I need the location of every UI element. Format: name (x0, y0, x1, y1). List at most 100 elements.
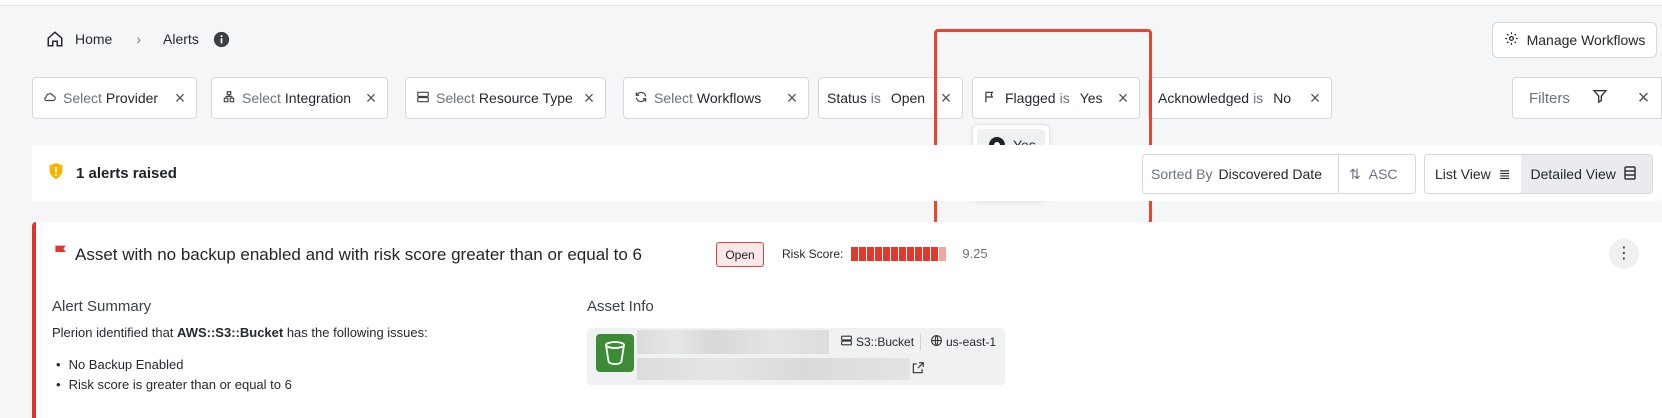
manage-workflows-label: Manage Workflows (1526, 32, 1646, 48)
chip-prefix: Select (436, 90, 475, 106)
divider (920, 334, 921, 350)
risk-bar-segment (899, 246, 907, 261)
sort-icon: ⇅ (1349, 165, 1361, 182)
sort-prefix: Sorted By (1151, 166, 1213, 182)
asset-type-tag: S3::Bucket (840, 334, 914, 350)
filter-icon (1592, 88, 1608, 108)
status-badge: Open (716, 242, 764, 267)
close-icon[interactable]: × (581, 89, 597, 107)
breadcrumb-home[interactable]: Home (75, 31, 112, 47)
filter-acknowledged[interactable]: Acknowledged is No × (1148, 77, 1332, 119)
globe-icon (930, 334, 943, 350)
alert-summary-heading: Alert Summary (52, 298, 152, 315)
chip-key: Status (827, 90, 867, 106)
summary-prefix: Plerion identified that (52, 325, 178, 340)
alert-summary-text: Plerion identified that AWS::S3::Bucket … (52, 325, 428, 340)
list-item: No Backup Enabled (52, 355, 292, 375)
summary-suffix: has the following issues: (283, 325, 428, 340)
close-icon[interactable]: × (784, 89, 800, 107)
chip-prefix: Select (242, 90, 281, 106)
risk-bar-segment (939, 246, 947, 261)
shield-icon (48, 162, 64, 184)
filter-resource-type[interactable]: Select Resource Type × (405, 77, 606, 119)
summary-resource: AWS::S3::Bucket (177, 325, 284, 340)
risk-label: Risk Score: (782, 246, 844, 261)
close-icon[interactable]: × (172, 89, 188, 107)
view-toggle: List View ≣ Detailed View (1424, 154, 1653, 194)
risk-score: Risk Score: 9.25 (782, 246, 988, 261)
chip-key: Acknowledged (1158, 90, 1250, 106)
s3-bucket-icon (596, 334, 634, 372)
risk-bar-segment (891, 246, 899, 261)
risk-bar-segment (875, 246, 883, 261)
risk-bar-segment (923, 246, 931, 261)
sort-order-value: ASC (1368, 166, 1398, 182)
redacted-asset-name (637, 330, 829, 354)
list-view-label: List View (1435, 166, 1491, 182)
top-bar (0, 0, 1662, 6)
sort-field-value: Discovered Date (1218, 166, 1322, 182)
sort-order[interactable]: ⇅ ASC (1339, 166, 1398, 183)
filters-label: Filters (1529, 89, 1570, 107)
close-icon[interactable]: × (363, 89, 379, 107)
info-icon[interactable] (213, 31, 230, 48)
filter-provider[interactable]: Select Provider × (32, 77, 197, 119)
clear-filters-button[interactable]: × (1626, 77, 1662, 119)
gear-icon (1504, 31, 1519, 49)
detailed-icon (1624, 165, 1636, 183)
cloud-icon (43, 90, 57, 107)
home-icon[interactable] (46, 30, 64, 48)
list-view-button[interactable]: List View ≣ (1425, 155, 1521, 193)
list-item: Risk score is greater than or equal to 6 (52, 375, 292, 395)
alert-title-text: Asset with no backup enabled and with ri… (75, 244, 643, 264)
chip-key: Integration (284, 90, 352, 106)
alert-count-text: 1 alerts raised (76, 164, 177, 182)
risk-bar-segment (915, 246, 923, 261)
filter-integration[interactable]: Select Integration × (211, 77, 388, 119)
list-icon: ≣ (1498, 165, 1511, 182)
filter-workflows[interactable]: Select Workflows × (623, 77, 809, 119)
chip-operator: is (1253, 90, 1264, 106)
chip-key: Provider (105, 90, 159, 106)
integration-icon (222, 90, 236, 107)
breadcrumb-separator: › (136, 31, 142, 47)
sort-control[interactable]: Sorted By Discovered Date ⇅ ASC (1142, 154, 1416, 194)
chip-operator: is (870, 90, 881, 106)
chip-prefix: Select (63, 90, 102, 106)
risk-bar-segment (883, 246, 891, 261)
risk-bar-segment (867, 246, 875, 261)
refresh-icon (634, 90, 648, 107)
asset-type: S3::Bucket (856, 335, 915, 349)
alert-title[interactable]: Asset with no backup enabled and with ri… (53, 244, 642, 265)
detailed-view-button[interactable]: Detailed View (1520, 155, 1652, 193)
sort-field[interactable]: Sorted By Discovered Date (1143, 155, 1339, 193)
chip-prefix: Select (654, 90, 693, 106)
close-icon: × (1637, 86, 1650, 109)
server-icon (416, 90, 430, 107)
chip-key: Workflows (696, 90, 762, 106)
kebab-icon: ⋮ (1616, 245, 1632, 262)
chip-value: Open (890, 90, 926, 106)
detailed-view-label: Detailed View (1530, 166, 1616, 182)
alert-count: 1 alerts raised (48, 162, 177, 184)
issue-list: No Backup Enabled Risk score is greater … (52, 355, 292, 395)
breadcrumb: Home › Alerts (46, 28, 230, 50)
close-icon[interactable]: × (1307, 89, 1323, 107)
asset-region: us-east-1 (946, 335, 997, 349)
filters-button[interactable]: Filters (1512, 77, 1627, 119)
redacted-asset-id (637, 358, 910, 380)
manage-workflows-button[interactable]: Manage Workflows (1492, 22, 1657, 58)
red-flag-icon (53, 244, 69, 265)
risk-bar-segment (859, 246, 867, 261)
more-options-button[interactable]: ⋮ (1609, 239, 1639, 269)
risk-bar-segment (851, 246, 859, 261)
risk-bar (851, 246, 947, 261)
results-panel (32, 145, 1662, 201)
chip-value: No (1273, 90, 1292, 106)
asset-region-tag: us-east-1 (930, 334, 996, 350)
external-link-icon[interactable] (911, 361, 925, 380)
risk-bar-segment (931, 246, 939, 261)
breadcrumb-current: Alerts (163, 31, 199, 47)
server-icon (840, 334, 853, 350)
chip-key: Resource Type (478, 90, 573, 106)
